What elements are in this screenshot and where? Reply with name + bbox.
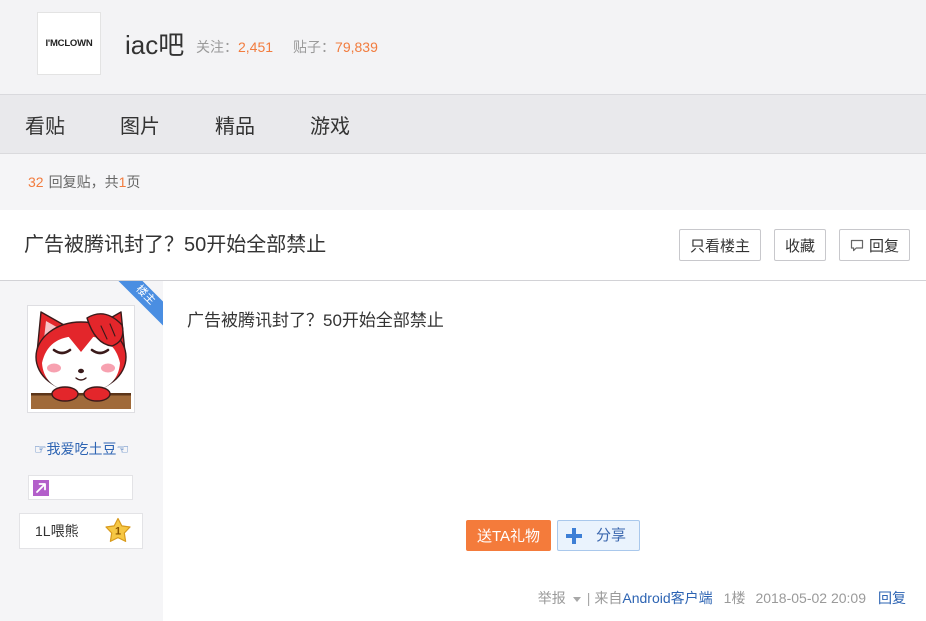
- post-reply-link[interactable]: 回复: [878, 588, 906, 608]
- page-suffix: 页: [126, 174, 141, 190]
- floor-number: 1楼: [723, 590, 746, 606]
- author-username[interactable]: ☞我爱吃土豆☜: [0, 440, 163, 458]
- forum-logo[interactable]: I'MCLOWN: [37, 12, 101, 75]
- comment-icon: [850, 239, 864, 252]
- thread-title: 广告被腾讯封了？50开始全部禁止: [24, 234, 327, 256]
- gold-star-level-icon: 1: [105, 517, 131, 542]
- logo-text: I'MCLOWN: [45, 38, 93, 49]
- share-button[interactable]: 分享: [557, 520, 640, 551]
- client-from-label: 来自: [594, 590, 623, 606]
- favorite-button[interactable]: 收藏: [774, 229, 826, 261]
- post-floor-1: 楼主 ☞我爱吃土豆☜ 1L喂熊 1 广告被腾讯封了？50开始全部禁止 送TA礼物…: [0, 281, 926, 621]
- forum-stats: 关注： 2,451 贴子： 79,839: [196, 37, 378, 57]
- forum-header: I'MCLOWN iac吧 关注： 2,451 贴子： 79,839: [0, 0, 926, 95]
- avatar[interactable]: [27, 305, 135, 413]
- member-badge-box: [28, 475, 133, 500]
- posts-count: 79,839: [335, 39, 378, 55]
- thread-title-bar: 广告被腾讯封了？50开始全部禁止 只看楼主 收藏 回复: [0, 210, 926, 281]
- page-count: 1: [118, 174, 127, 190]
- share-button-label: 分享: [596, 527, 627, 544]
- level-name: 1L喂熊: [35, 523, 79, 539]
- forum-nav: 看贴 图片 精品 游戏: [0, 95, 926, 154]
- purple-arrow-badge-icon[interactable]: [33, 480, 49, 496]
- client-link[interactable]: Android客户端: [622, 588, 712, 608]
- nav-tab-featured[interactable]: 精品: [215, 110, 255, 139]
- send-gift-button[interactable]: 送TA礼物: [466, 520, 551, 551]
- reply-count: 32: [28, 174, 44, 190]
- post-footer: 举报 | 来自 Android客户端 1楼 2018-05-02 20:09 回…: [538, 588, 906, 608]
- reply-button-label: 回复: [868, 237, 899, 255]
- plus-icon: [566, 528, 582, 544]
- avatar-fox-image: [31, 309, 131, 409]
- nav-tab-images[interactable]: 图片: [120, 110, 160, 139]
- author-panel: 楼主 ☞我爱吃土豆☜ 1L喂熊 1: [0, 281, 163, 621]
- only-op-button[interactable]: 只看楼主: [679, 229, 761, 261]
- chevron-down-icon[interactable]: [572, 596, 581, 602]
- post-content: 广告被腾讯封了？50开始全部禁止: [187, 311, 444, 330]
- post-time: 2018-05-02 20:09: [755, 590, 866, 606]
- follow-count: 2,451: [238, 39, 274, 55]
- follow-label: 关注：: [196, 39, 238, 55]
- footer-separator: |: [586, 590, 591, 606]
- nav-tab-games[interactable]: 游戏: [310, 110, 350, 139]
- author-level-box[interactable]: 1L喂熊 1: [19, 513, 143, 549]
- level-number: 1: [115, 526, 121, 538]
- posts-label: 贴子：: [293, 39, 336, 55]
- reply-summary: 32 回复贴，共 1 页: [0, 154, 926, 210]
- report-link[interactable]: 举报: [538, 588, 566, 608]
- nav-tab-posts[interactable]: 看贴: [25, 110, 65, 139]
- reply-count-label: 回复贴，共: [48, 174, 119, 190]
- forum-name[interactable]: iac吧: [125, 28, 184, 62]
- reply-button[interactable]: 回复: [839, 229, 910, 261]
